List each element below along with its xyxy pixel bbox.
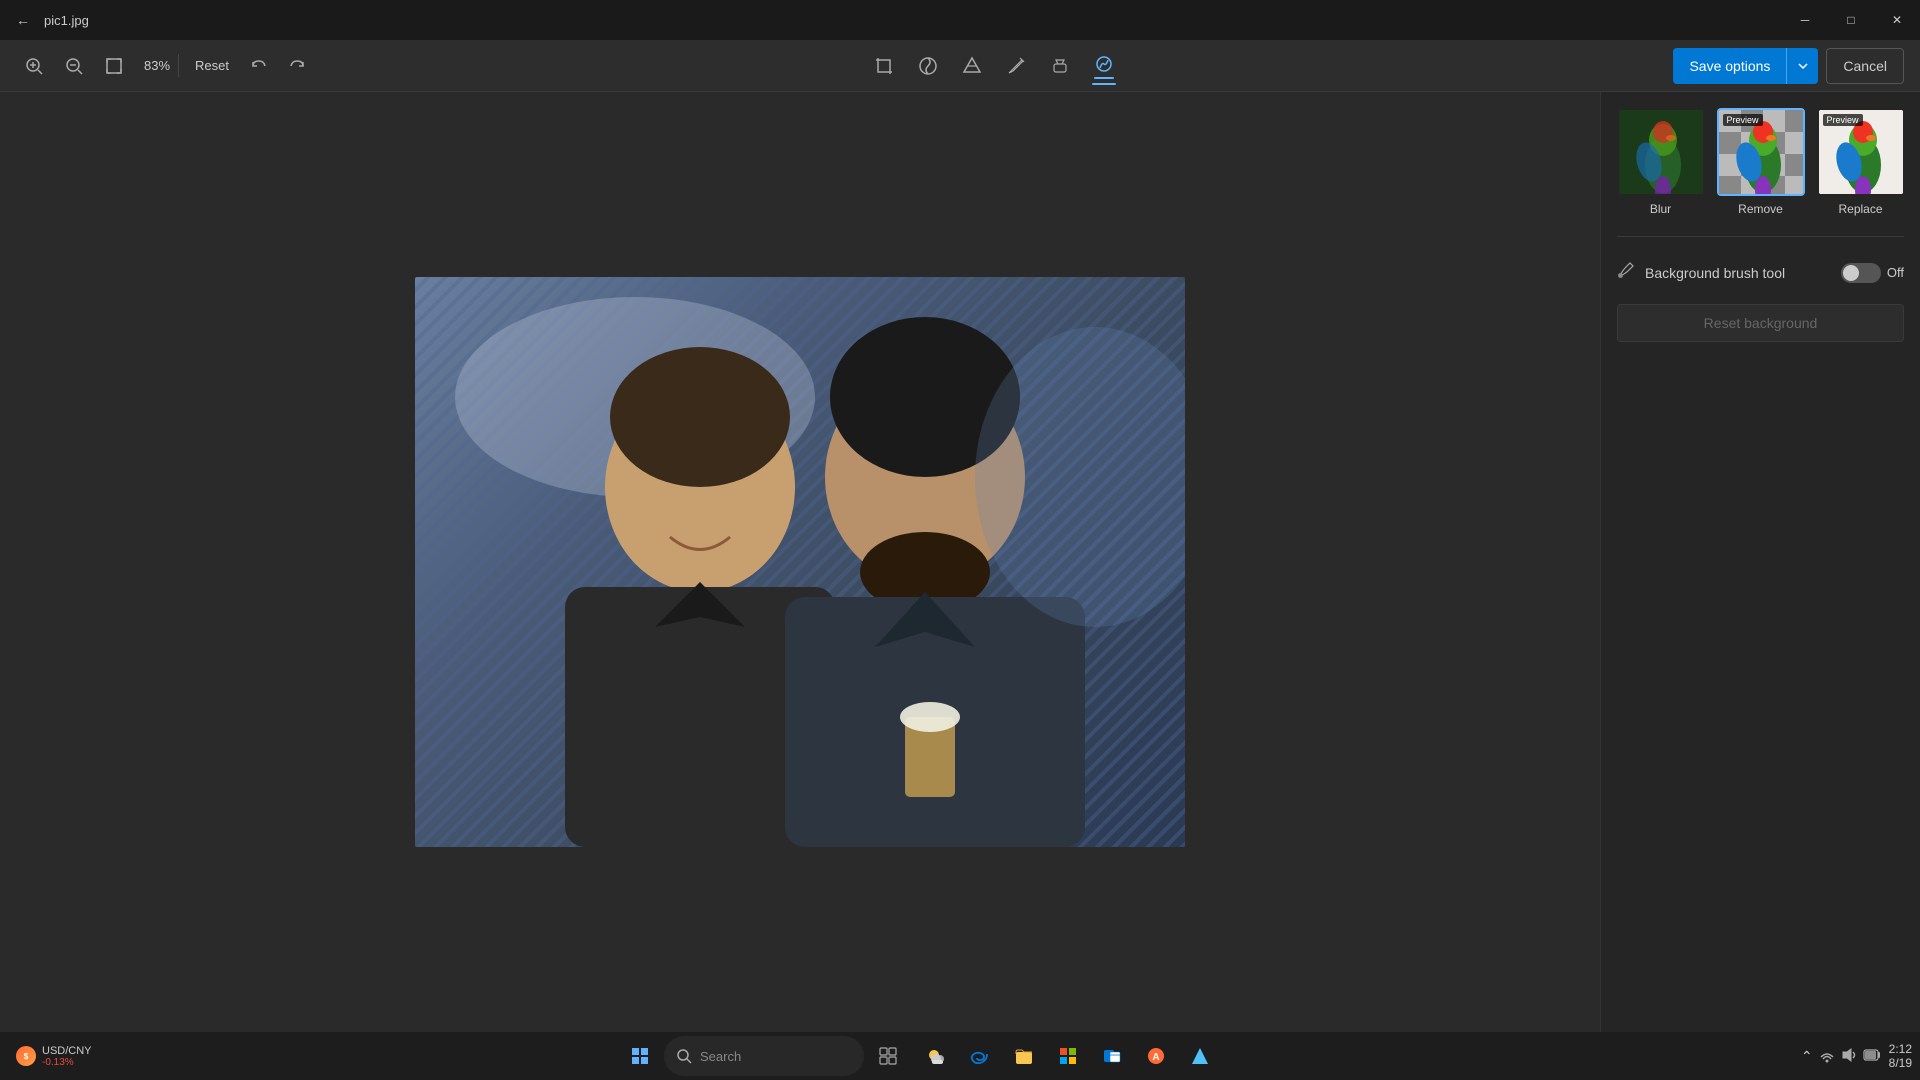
remove-option[interactable]: Preview: [1717, 108, 1805, 216]
remove-thumb[interactable]: Preview: [1717, 108, 1805, 196]
toggle-thumb: [1843, 265, 1859, 281]
close-button[interactable]: ✕: [1874, 0, 1920, 40]
stock-pair: USD/CNY: [42, 1045, 92, 1057]
battery-icon[interactable]: [1863, 1047, 1881, 1066]
active-tool-indicator: [1092, 83, 1116, 85]
clock-date: 8/19: [1889, 1056, 1912, 1070]
stock-change: -0.13%: [42, 1057, 92, 1068]
taskbar-right: ⌃ 2:12 8/19: [1712, 1042, 1912, 1070]
toggle-track[interactable]: [1841, 263, 1881, 283]
minimize-button[interactable]: ─: [1782, 0, 1828, 40]
toolbar: 83% Reset: [0, 40, 1920, 92]
toolbar-right: Save options Cancel: [1673, 48, 1904, 84]
blur-label: Blur: [1650, 202, 1671, 216]
cancel-button[interactable]: Cancel: [1826, 48, 1904, 84]
blur-thumb[interactable]: [1617, 108, 1705, 196]
stock-icon: $: [16, 1046, 36, 1066]
clock-time: 2:12: [1889, 1042, 1912, 1056]
system-tray: ⌃: [1801, 1047, 1881, 1066]
file-explorer-button[interactable]: [1004, 1036, 1044, 1076]
task-view-button[interactable]: [868, 1036, 908, 1076]
blur-parrot-svg: [1619, 110, 1705, 196]
fit-screen-button[interactable]: [96, 48, 132, 84]
taskbar-center: Search A: [128, 1036, 1712, 1076]
zoom-out-button[interactable]: [56, 48, 92, 84]
replace-option[interactable]: Preview Replace: [1817, 108, 1905, 216]
replace-thumb[interactable]: Preview: [1817, 108, 1905, 196]
brush-icon: [1617, 261, 1635, 284]
background-tool-wrap: [1086, 46, 1122, 85]
draw-button[interactable]: [998, 48, 1034, 84]
app1-button[interactable]: A: [1136, 1036, 1176, 1076]
taskbar: $ USD/CNY -0.13% Search: [0, 1032, 1920, 1080]
network-icon[interactable]: [1819, 1047, 1835, 1066]
right-panel: Blur Preview: [1600, 92, 1920, 1032]
chevron-up-icon[interactable]: ⌃: [1801, 1048, 1813, 1065]
save-options-button[interactable]: Save options: [1673, 48, 1818, 84]
image-canvas: [415, 277, 1185, 847]
main-content: Blur Preview: [0, 92, 1920, 1032]
background-button[interactable]: [1086, 46, 1122, 82]
reset-background-button[interactable]: Reset background: [1617, 304, 1904, 342]
background-options: Blur Preview: [1617, 108, 1904, 216]
blur-option[interactable]: Blur: [1617, 108, 1705, 216]
divider-1: [1617, 236, 1904, 237]
filter-button[interactable]: [954, 48, 990, 84]
clock[interactable]: 2:12 8/19: [1889, 1042, 1912, 1070]
stock-info: USD/CNY -0.13%: [42, 1045, 92, 1068]
undo-redo-group: [241, 48, 315, 84]
toolbar-left: 83% Reset: [16, 48, 315, 84]
window-controls: ─ □ ✕: [1782, 0, 1920, 40]
reset-button[interactable]: Reset: [187, 54, 237, 77]
outlook-button[interactable]: [1092, 1036, 1132, 1076]
weather-button[interactable]: [912, 1036, 956, 1076]
brush-tool-label: Background brush tool: [1645, 265, 1831, 281]
volume-icon[interactable]: [1841, 1047, 1857, 1066]
taskbar-left: $ USD/CNY -0.13%: [8, 1041, 128, 1072]
replace-preview-badge: Preview: [1823, 114, 1863, 126]
save-options-main-label[interactable]: Save options: [1673, 48, 1786, 84]
search-taskbar-button[interactable]: Search: [664, 1036, 864, 1076]
undo-button[interactable]: [241, 48, 277, 84]
redo-button[interactable]: [279, 48, 315, 84]
edge-browser-button[interactable]: [960, 1036, 1000, 1076]
image-container: [415, 277, 1185, 847]
app2-button[interactable]: [1180, 1036, 1220, 1076]
replace-label: Replace: [1838, 202, 1882, 216]
brush-toggle[interactable]: Off: [1841, 263, 1904, 283]
zoom-in-button[interactable]: [16, 48, 52, 84]
adjust-button[interactable]: [910, 48, 946, 84]
title-bar: ← pic1.jpg ─ □ ✕: [0, 0, 1920, 40]
remove-label: Remove: [1738, 202, 1783, 216]
toggle-state-label: Off: [1887, 265, 1904, 280]
back-icon[interactable]: ←: [16, 12, 30, 28]
toolbar-center: [319, 46, 1669, 85]
photo-svg: [415, 277, 1185, 847]
crop-tool-button[interactable]: [866, 48, 902, 84]
maximize-button[interactable]: □: [1828, 0, 1874, 40]
title-bar-left: ← pic1.jpg: [16, 12, 89, 28]
search-taskbar-label: Search: [700, 1049, 741, 1064]
file-title: pic1.jpg: [44, 13, 89, 28]
erase-button[interactable]: [1042, 48, 1078, 84]
svg-text:A: A: [1152, 1052, 1159, 1063]
store-button[interactable]: [1048, 1036, 1088, 1076]
stock-widget[interactable]: $ USD/CNY -0.13%: [8, 1041, 100, 1072]
brush-tool-row: Background brush tool Off: [1617, 257, 1904, 288]
save-options-dropdown-arrow[interactable]: [1786, 48, 1818, 84]
zoom-level: 83%: [136, 54, 179, 77]
remove-preview-badge: Preview: [1723, 114, 1763, 126]
canvas-area[interactable]: [0, 92, 1600, 1032]
start-button[interactable]: [620, 1036, 660, 1076]
